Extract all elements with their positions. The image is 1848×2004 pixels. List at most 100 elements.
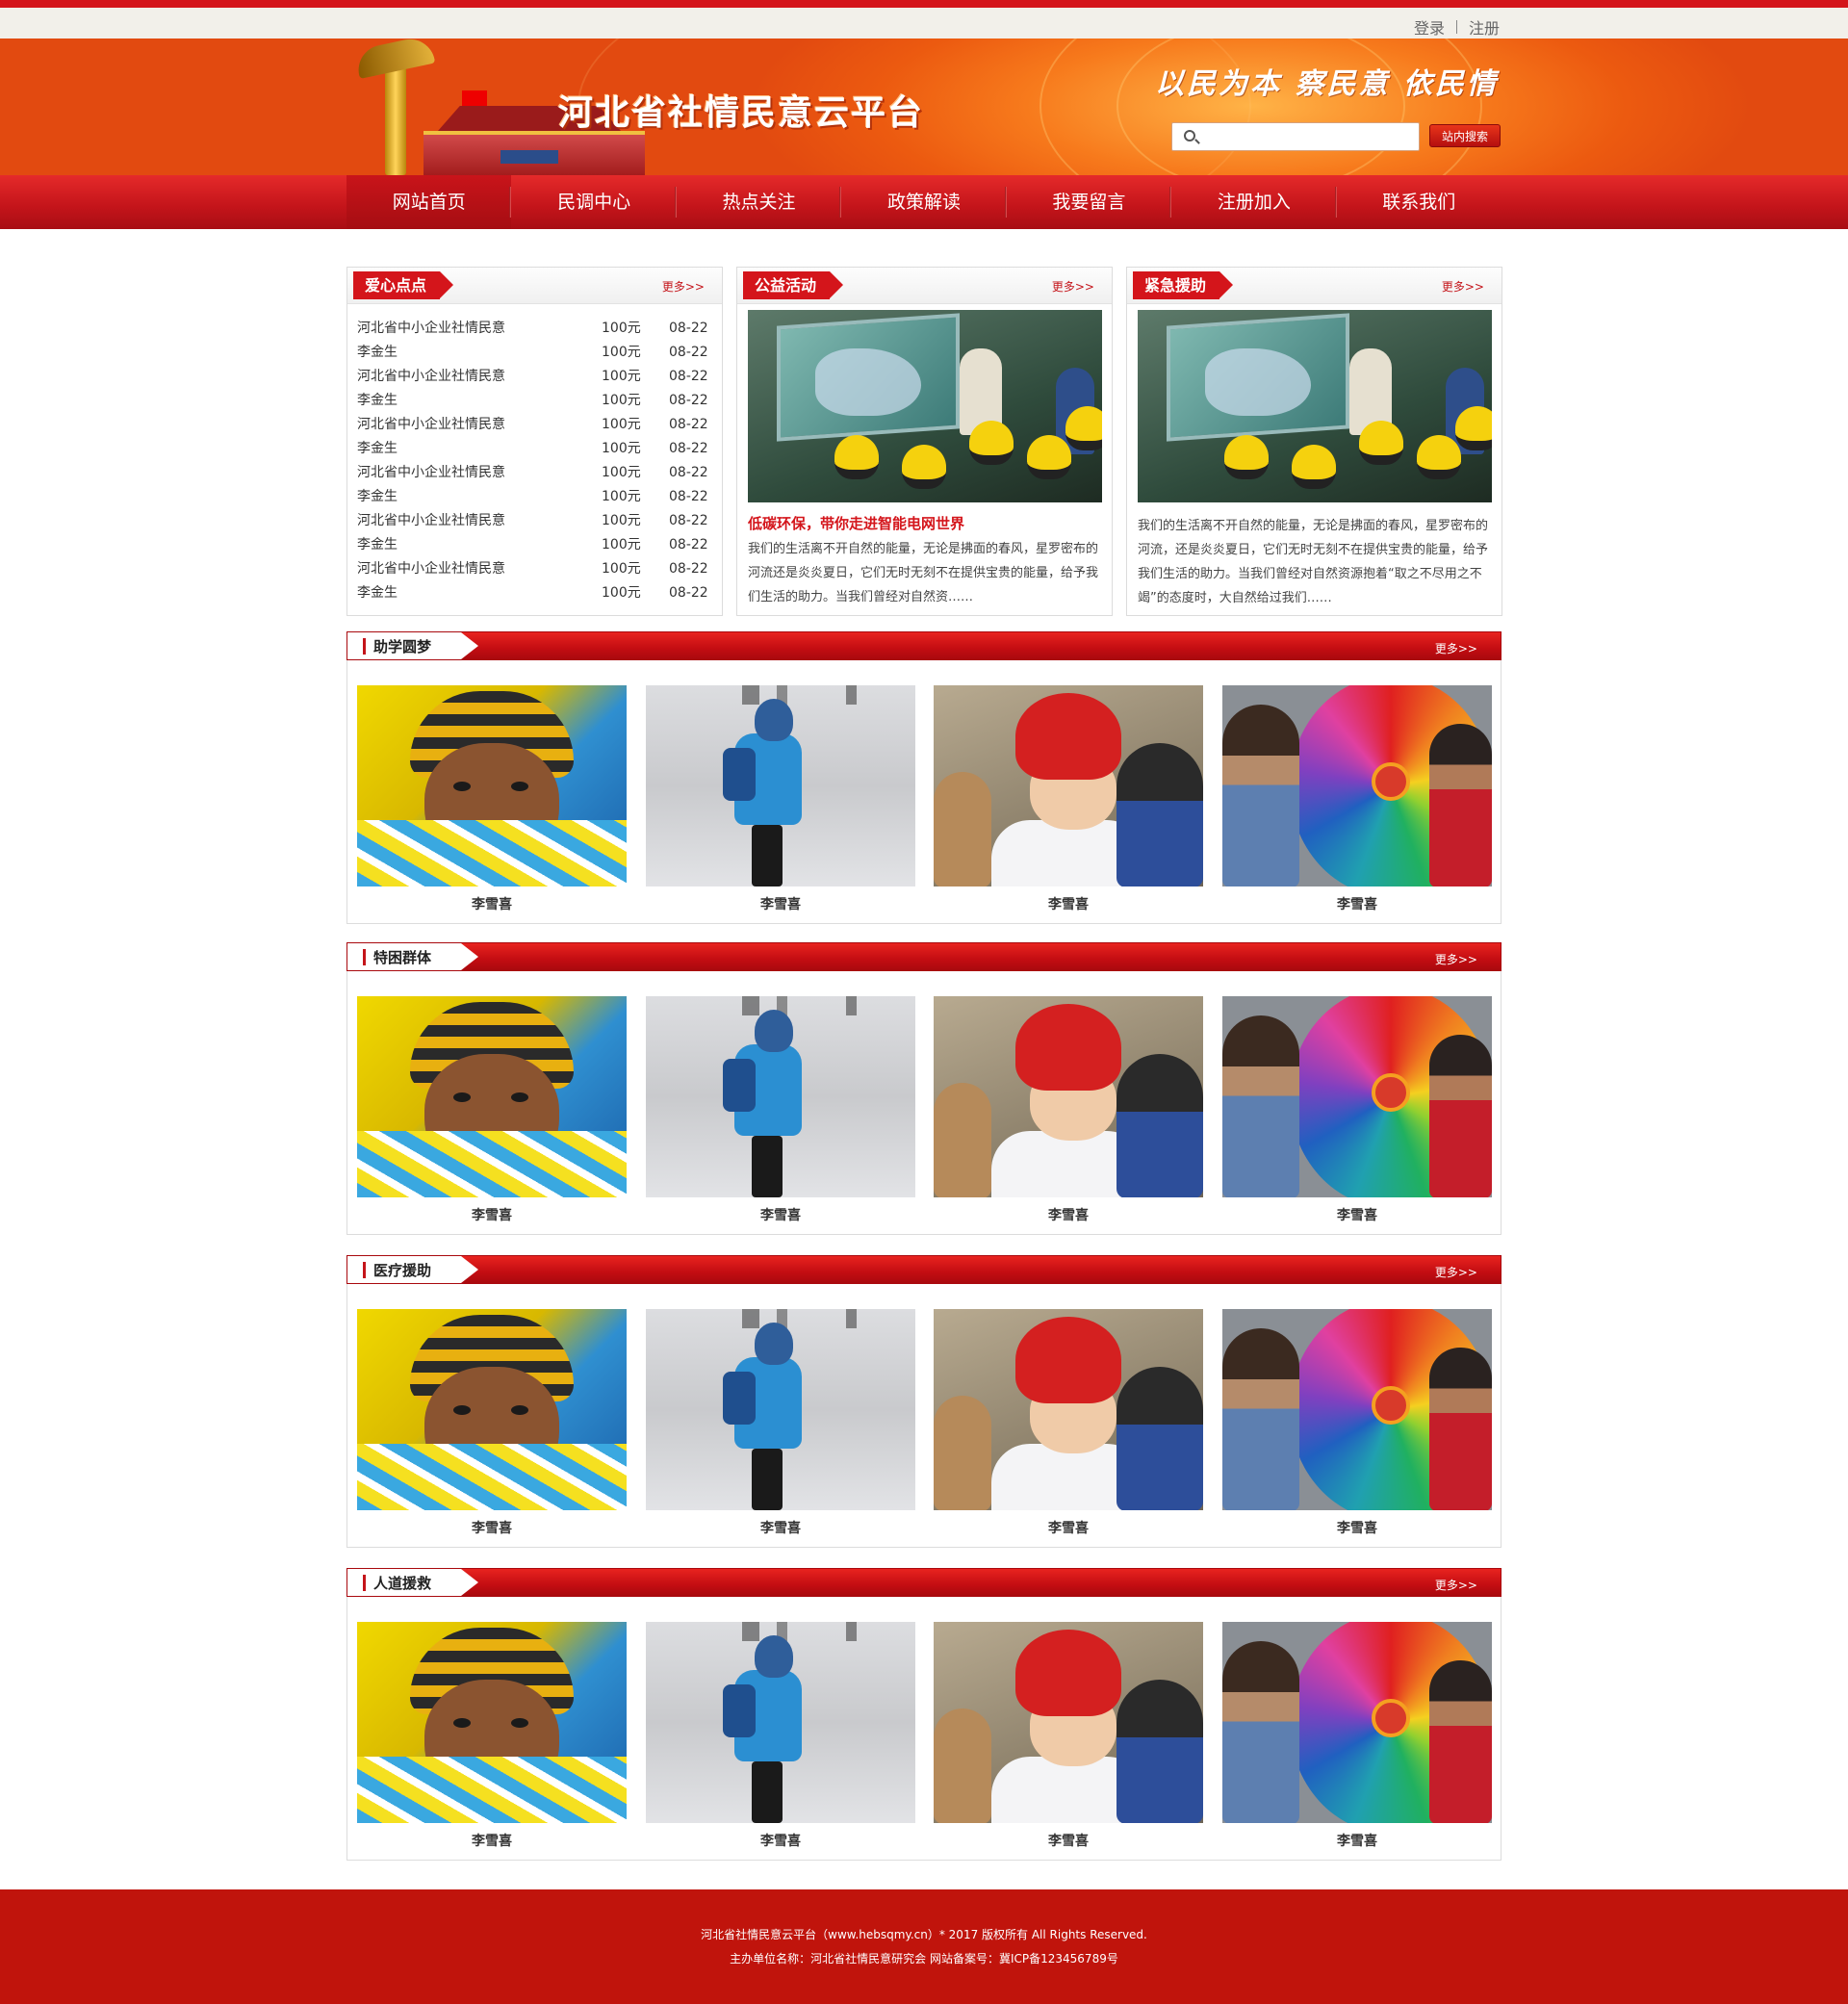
donation-name: 李金生 bbox=[357, 345, 398, 360]
photo-caption[interactable]: 李雪喜 bbox=[934, 1831, 1203, 1850]
photo-card[interactable]: 李雪喜 bbox=[357, 1309, 627, 1537]
photo-caption[interactable]: 李雪喜 bbox=[646, 1831, 915, 1850]
photo[interactable] bbox=[1222, 1309, 1492, 1510]
donation-name: 河北省中小企业社情民意 bbox=[357, 513, 505, 528]
photo[interactable] bbox=[1222, 1622, 1492, 1823]
hat-shape bbox=[1015, 1630, 1121, 1716]
more-link[interactable]: 更多>> bbox=[1442, 278, 1484, 295]
photo-card[interactable]: 李雪喜 bbox=[934, 1622, 1203, 1850]
nav-item-contact[interactable]: 联系我们 bbox=[1337, 175, 1502, 229]
list-item[interactable]: 李金生 100元 08-22 bbox=[357, 533, 713, 557]
charity-photo[interactable] bbox=[748, 310, 1102, 502]
photo-card[interactable]: 李雪喜 bbox=[357, 685, 627, 913]
nav-item-hot[interactable]: 热点关注 bbox=[677, 175, 842, 229]
photo[interactable] bbox=[934, 1622, 1203, 1823]
photo-card[interactable]: 李雪喜 bbox=[357, 996, 627, 1224]
photo-card[interactable]: 李雪喜 bbox=[1222, 685, 1492, 913]
list-item[interactable]: 李金生 100元 08-22 bbox=[357, 485, 713, 509]
photo-caption[interactable]: 李雪喜 bbox=[646, 1205, 915, 1224]
nav-item-home[interactable]: 网站首页 bbox=[346, 175, 512, 229]
photo[interactable] bbox=[357, 1309, 627, 1510]
list-item[interactable]: 河北省中小企业社情民意 100元 08-22 bbox=[357, 317, 713, 341]
photo-card[interactable]: 李雪喜 bbox=[934, 1309, 1203, 1537]
photo-card[interactable]: 李雪喜 bbox=[934, 996, 1203, 1224]
photo-caption[interactable]: 李雪喜 bbox=[646, 894, 915, 913]
donation-name: 李金生 bbox=[357, 585, 398, 601]
nav-item-survey[interactable]: 民调中心 bbox=[511, 175, 677, 229]
legs-shape bbox=[752, 1136, 783, 1197]
more-link[interactable]: 更多>> bbox=[1435, 951, 1477, 967]
more-link[interactable]: 更多>> bbox=[1435, 1577, 1477, 1593]
list-item[interactable]: 李金生 100元 08-22 bbox=[357, 437, 713, 461]
charity-headline[interactable]: 低碳环保，带你走进智能电网世界 bbox=[748, 513, 964, 533]
photo-caption[interactable]: 李雪喜 bbox=[357, 1205, 627, 1224]
photo[interactable] bbox=[357, 685, 627, 886]
boy-shape bbox=[1116, 1680, 1203, 1823]
photo-caption[interactable]: 李雪喜 bbox=[1222, 1518, 1492, 1537]
photo-caption[interactable]: 李雪喜 bbox=[934, 1205, 1203, 1224]
photo-caption[interactable]: 李雪喜 bbox=[934, 894, 1203, 913]
more-link[interactable]: 更多>> bbox=[1435, 640, 1477, 656]
site-search-button[interactable]: 站内搜索 bbox=[1429, 124, 1501, 147]
nav-label: 网站首页 bbox=[392, 192, 466, 213]
photo-caption[interactable]: 李雪喜 bbox=[357, 894, 627, 913]
more-link[interactable]: 更多>> bbox=[1052, 278, 1094, 295]
photo-caption[interactable]: 李雪喜 bbox=[357, 1831, 627, 1850]
donation-name: 李金生 bbox=[357, 393, 398, 408]
legs-shape bbox=[752, 825, 783, 886]
boy-shape bbox=[1222, 1328, 1299, 1510]
list-item[interactable]: 河北省中小企业社情民意 100元 08-22 bbox=[357, 365, 713, 389]
photo-caption[interactable]: 李雪喜 bbox=[646, 1518, 915, 1537]
photo[interactable] bbox=[646, 1309, 915, 1510]
list-item[interactable]: 河北省中小企业社情民意 100元 08-22 bbox=[357, 557, 713, 581]
photo-caption[interactable]: 李雪喜 bbox=[357, 1518, 627, 1537]
nav-item-policy[interactable]: 政策解读 bbox=[841, 175, 1007, 229]
wheel-hub-shape bbox=[1372, 1073, 1410, 1112]
donation-amount: 100元 bbox=[602, 417, 641, 432]
login-link[interactable]: 登录 bbox=[1414, 15, 1445, 39]
nav-item-join[interactable]: 注册加入 bbox=[1171, 175, 1337, 229]
list-item[interactable]: 河北省中小企业社情民意 100元 08-22 bbox=[357, 413, 713, 437]
photo-card[interactable]: 李雪喜 bbox=[934, 685, 1203, 913]
photo[interactable] bbox=[357, 996, 627, 1197]
photo-caption[interactable]: 李雪喜 bbox=[934, 1518, 1203, 1537]
search-input[interactable] bbox=[1171, 122, 1420, 151]
register-link[interactable]: 注册 bbox=[1469, 15, 1500, 39]
photo[interactable] bbox=[934, 685, 1203, 886]
list-item[interactable]: 李金生 100元 08-22 bbox=[357, 389, 713, 413]
photo-card[interactable]: 李雪喜 bbox=[646, 1622, 915, 1850]
wheel-hub-shape bbox=[1372, 762, 1410, 801]
photo-card[interactable]: 李雪喜 bbox=[1222, 996, 1492, 1224]
photo-card[interactable]: 李雪喜 bbox=[646, 996, 915, 1224]
photo-caption[interactable]: 李雪喜 bbox=[1222, 1831, 1492, 1850]
donation-amount: 100元 bbox=[602, 441, 641, 456]
photo[interactable] bbox=[1222, 996, 1492, 1197]
photo[interactable] bbox=[934, 996, 1203, 1197]
list-item[interactable]: 河北省中小企业社情民意 100元 08-22 bbox=[357, 461, 713, 485]
photo-card[interactable]: 李雪喜 bbox=[357, 1622, 627, 1850]
nav-item-message[interactable]: 我要留言 bbox=[1007, 175, 1172, 229]
section-title: 助学圆梦 bbox=[373, 638, 432, 655]
photo-card[interactable]: 李雪喜 bbox=[1222, 1309, 1492, 1537]
photo[interactable] bbox=[646, 685, 915, 886]
footer-icp: 主办单位名称：河北省社情民意研究会 网站备案号：冀ICP备123456789号 bbox=[730, 1952, 1118, 1965]
photo-caption[interactable]: 李雪喜 bbox=[1222, 894, 1492, 913]
donation-date: 08-22 bbox=[669, 465, 708, 480]
more-link[interactable]: 更多>> bbox=[662, 278, 705, 295]
emergency-photo[interactable] bbox=[1138, 310, 1492, 502]
site-title[interactable]: 河北省社情民意云平台 bbox=[558, 85, 924, 135]
list-item[interactable]: 李金生 100元 08-22 bbox=[357, 341, 713, 365]
list-item[interactable]: 李金生 100元 08-22 bbox=[357, 581, 713, 605]
photo-caption[interactable]: 李雪喜 bbox=[1222, 1205, 1492, 1224]
photo[interactable] bbox=[646, 996, 915, 1197]
photo[interactable] bbox=[646, 1622, 915, 1823]
photo-card[interactable]: 李雪喜 bbox=[646, 685, 915, 913]
section-body: 李雪喜 李雪喜 李雪喜 李雪喜 bbox=[346, 660, 1502, 924]
more-link[interactable]: 更多>> bbox=[1435, 1264, 1477, 1280]
photo[interactable] bbox=[934, 1309, 1203, 1510]
list-item[interactable]: 河北省中小企业社情民意 100元 08-22 bbox=[357, 509, 713, 533]
photo-card[interactable]: 李雪喜 bbox=[1222, 1622, 1492, 1850]
photo[interactable] bbox=[357, 1622, 627, 1823]
photo[interactable] bbox=[1222, 685, 1492, 886]
photo-card[interactable]: 李雪喜 bbox=[646, 1309, 915, 1537]
